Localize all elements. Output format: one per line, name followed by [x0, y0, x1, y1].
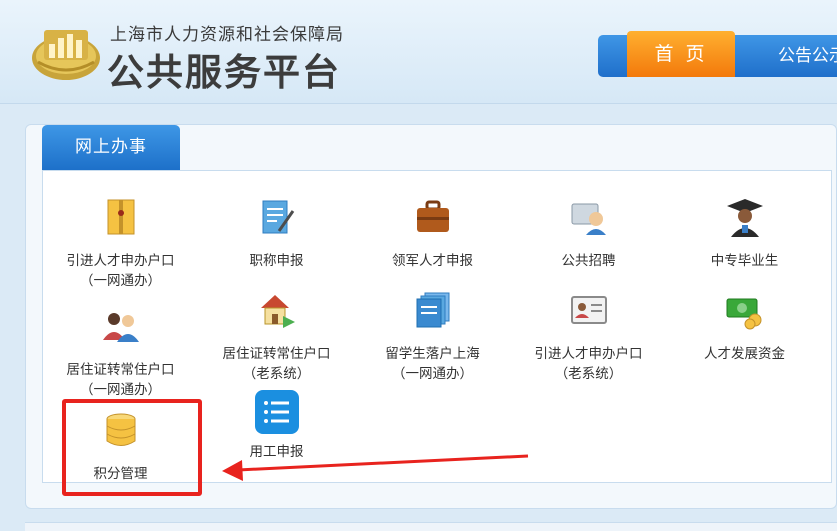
- nav-item-home[interactable]: 首 页: [627, 31, 735, 77]
- service-label: 引进人才申办户口: [66, 253, 175, 269]
- service-label: 公共招聘: [561, 253, 616, 269]
- document-folder-icon: [107, 199, 134, 235]
- nav-item-notice[interactable]: 公告公示: [778, 35, 837, 77]
- people-icon: [102, 313, 139, 342]
- id-card-icon: [570, 296, 607, 324]
- service-sublabel: （老系统）: [242, 366, 311, 382]
- service-label: 用工申报: [249, 444, 304, 460]
- graduate-icon: [726, 199, 763, 237]
- list-icon: [254, 390, 299, 434]
- service-label: 中专毕业生: [710, 253, 779, 269]
- house-transfer-icon: [260, 295, 295, 328]
- money-icon: [726, 298, 761, 330]
- service-talent-development-fund[interactable]: 人才发展资金: [662, 290, 827, 364]
- service-sublabel: （一网通办）: [80, 273, 161, 289]
- service-talent-hukou-one-net[interactable]: 引进人才申办户口 （一网通办）: [38, 197, 203, 291]
- service-residence-to-hukou-one-net[interactable]: 居住证转常住户口 （一网通办）: [38, 306, 203, 400]
- service-sublabel: （一网通办）: [392, 366, 473, 382]
- service-label: 人才发展资金: [704, 346, 785, 362]
- bureau-emblem-icon: [32, 30, 100, 80]
- service-label: 领军人才申报: [392, 253, 473, 269]
- service-residence-to-hukou-old[interactable]: 居住证转常住户口 （老系统）: [194, 290, 359, 384]
- certificate-pen-icon: [262, 200, 294, 234]
- service-leading-talent[interactable]: 领军人才申报: [350, 197, 515, 271]
- service-label: 居住证转常住户口: [66, 362, 175, 378]
- service-technical-graduates[interactable]: 中专毕业生: [662, 197, 827, 271]
- service-talent-hukou-old[interactable]: 引进人才申办户口 （老系统）: [506, 290, 671, 384]
- service-label: 居住证转常住户口: [222, 346, 331, 362]
- service-sublabel: （一网通办）: [80, 382, 161, 398]
- tab-online-services[interactable]: 网上办事: [42, 125, 180, 170]
- service-employment-declaration[interactable]: 用工申报: [194, 388, 359, 462]
- service-overseas-students[interactable]: 留学生落户上海 （一网通办）: [350, 290, 515, 384]
- highlight-box: [62, 399, 202, 496]
- recruitment-card-icon: [571, 203, 606, 235]
- service-label: 引进人才申办户口: [534, 346, 643, 362]
- site-title: 公共服务平台: [107, 51, 341, 94]
- service-label: 职称申报: [249, 253, 304, 269]
- briefcase-icon: [416, 200, 449, 232]
- document-stack-icon: [416, 292, 449, 328]
- service-label: 留学生落户上海: [385, 346, 480, 362]
- service-public-recruitment[interactable]: 公共招聘: [506, 197, 671, 271]
- service-title-declaration[interactable]: 职称申报: [194, 197, 359, 271]
- service-sublabel: （老系统）: [554, 366, 623, 382]
